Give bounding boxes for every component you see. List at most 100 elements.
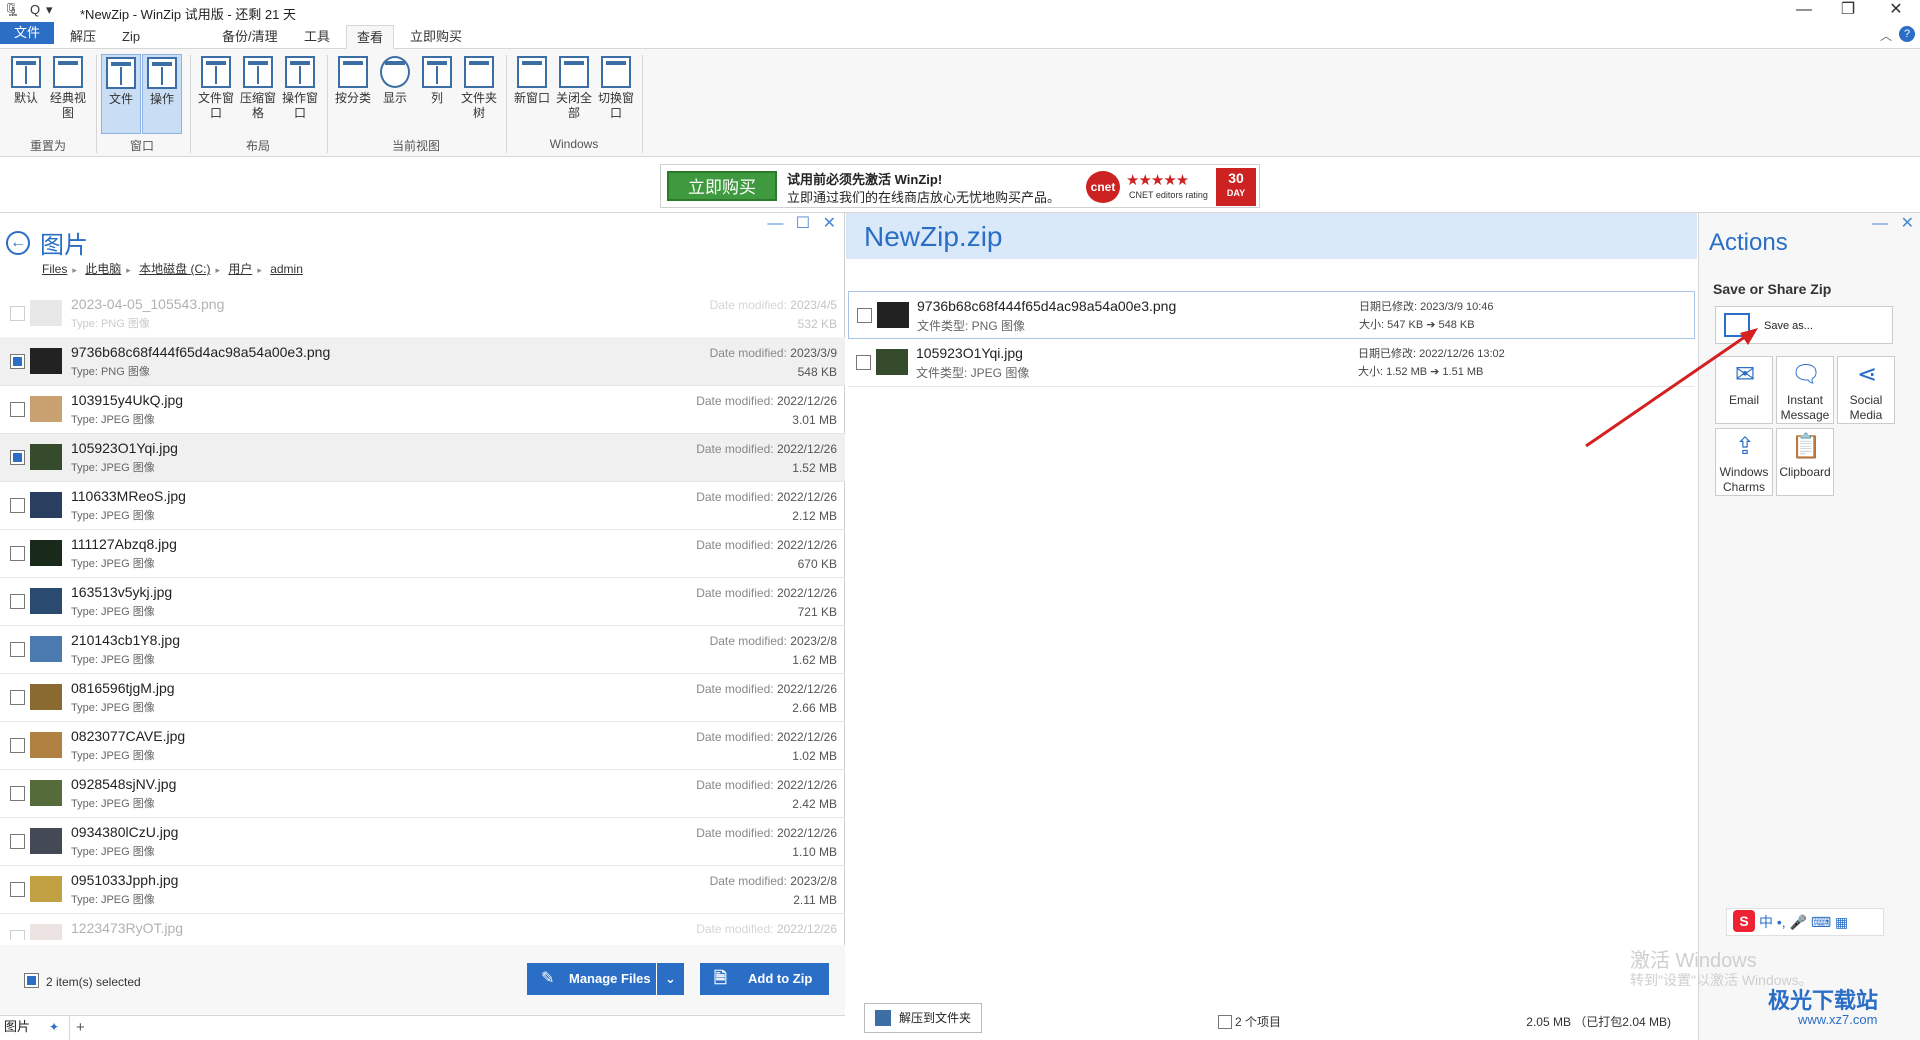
crumb-local-disk[interactable]: 本地磁盘 (C:) xyxy=(139,262,210,276)
add-tab-button[interactable]: + xyxy=(76,1016,85,1040)
chevron-right-icon: ▸ xyxy=(215,265,220,275)
file-checkbox[interactable] xyxy=(10,834,25,849)
tab-backup[interactable]: 备份/清理 xyxy=(212,25,288,49)
file-name: 0934380lCzU.jpg xyxy=(71,824,179,840)
zip-file-row[interactable]: 9736b68c68f444f65d4ac98a54a00e3.png 文件类型:… xyxy=(848,291,1695,339)
clipboard-button[interactable]: 📋 Clipboard xyxy=(1776,428,1834,496)
add-to-zip-button[interactable]: 🗎 Add to Zip xyxy=(700,963,829,995)
file-row[interactable]: 9736b68c68f444f65d4ac98a54a00e3.png Type:… xyxy=(0,338,845,386)
file-row[interactable]: 0934380lCzU.jpg Type: JPEG 图像 Date modifie… xyxy=(0,818,845,866)
crumb-this-pc[interactable]: 此电脑 xyxy=(85,262,121,276)
default-layout-button[interactable]: 默认 xyxy=(6,54,46,134)
help-icon[interactable]: ? xyxy=(1899,26,1915,42)
minimize-pane-icon[interactable]: — xyxy=(767,215,783,232)
folder-tab-pictures[interactable]: 图片 ✦ xyxy=(0,1016,70,1040)
file-checkbox[interactable] xyxy=(10,354,25,369)
file-row[interactable]: 0928548sjNV.jpg Type: JPEG 图像 Date modifie… xyxy=(0,770,845,818)
file-checkbox[interactable] xyxy=(10,402,25,417)
file-checkbox[interactable] xyxy=(10,738,25,753)
group-reset: 重置为 xyxy=(29,139,66,153)
file-checkbox[interactable] xyxy=(10,306,25,321)
file-row[interactable]: 2023-04-05_105543.png Type: PNG 图像 Date mo… xyxy=(0,290,845,338)
quick-access-menu-icon[interactable]: ▾ xyxy=(46,2,53,18)
zip-file-checkbox[interactable] xyxy=(857,308,872,323)
select-all-checkbox[interactable] xyxy=(24,973,39,988)
ad-headline: 试用前必须先激活 WinZip! xyxy=(787,172,943,187)
file-checkbox[interactable] xyxy=(10,594,25,609)
social-media-button[interactable]: ⋖ Social Media xyxy=(1837,356,1895,424)
manage-files-button[interactable]: ✎ Manage Files ⌄ xyxy=(527,963,684,995)
switch-window-button[interactable]: 切换窗口 xyxy=(596,54,636,134)
pin-icon[interactable]: ✦ xyxy=(49,1016,59,1038)
actions-pane-toggle[interactable]: 操作 xyxy=(142,54,182,134)
file-checkbox[interactable] xyxy=(10,546,25,561)
file-thumbnail xyxy=(30,540,62,566)
crumb-users[interactable]: 用户 xyxy=(228,262,252,276)
file-row[interactable]: 103915y4UkQ.jpg Type: JPEG 图像 Date modifie… xyxy=(0,386,845,434)
back-arrow-icon[interactable]: ← xyxy=(6,231,30,255)
file-row[interactable]: 0816596tjgM.jpg Type: JPEG 图像 Date modifie… xyxy=(0,674,845,722)
file-row[interactable]: 110633MReoS.jpg Type: JPEG 图像 Date modifie… xyxy=(0,482,845,530)
files-pane-toggle[interactable]: 文件 xyxy=(101,54,141,134)
file-row[interactable]: 163513v5ykj.jpg Type: JPEG 图像 Date modifie… xyxy=(0,578,845,626)
email-button[interactable]: ✉ Email xyxy=(1715,356,1773,424)
ime-toolbar[interactable]: S中 •, 🎤 ⌨ ▦ xyxy=(1726,908,1884,936)
file-checkbox[interactable] xyxy=(10,930,25,940)
show-button[interactable]: 显示 xyxy=(375,54,415,134)
folder-title: 图片 xyxy=(40,232,88,259)
search-icon[interactable]: Q xyxy=(30,2,40,17)
classic-view-button[interactable]: 经典视图 xyxy=(48,54,88,134)
collapse-ribbon-icon[interactable]: ︿ xyxy=(1880,27,1892,44)
file-thumbnail xyxy=(30,444,62,470)
close-pane-icon[interactable]: ✕ xyxy=(823,215,836,232)
file-checkbox[interactable] xyxy=(10,498,25,513)
folder-tree-button[interactable]: 文件夹树 xyxy=(459,54,499,134)
sort-by-category-button[interactable]: 按分类 xyxy=(333,54,373,134)
minimize-pane-icon[interactable]: — xyxy=(1872,215,1888,232)
file-checkbox[interactable] xyxy=(10,882,25,897)
tab-tools[interactable]: 工具 xyxy=(294,25,340,49)
crumb-files[interactable]: Files xyxy=(42,262,67,276)
restore-icon[interactable]: ❐ xyxy=(1830,0,1866,22)
select-all-zip-checkbox[interactable] xyxy=(1218,1015,1232,1029)
zip-file-row[interactable]: 105923O1Yqi.jpg 文件类型: JPEG 图像 日期已修改: 2022/… xyxy=(848,339,1695,387)
new-window-button[interactable]: 新窗口 xyxy=(512,54,552,134)
minimize-icon[interactable]: — xyxy=(1786,0,1822,22)
file-checkbox[interactable] xyxy=(10,786,25,801)
label: 切换窗口 xyxy=(597,91,634,120)
file-row[interactable]: 0951033Jpph.jpg Type: JPEG 图像 Date modifie… xyxy=(0,866,845,914)
tab-zip[interactable]: Zip xyxy=(112,25,150,49)
file-checkbox[interactable] xyxy=(10,450,25,465)
file-row[interactable]: 0823077CAVE.jpg Type: JPEG 图像 Date modifie… xyxy=(0,722,845,770)
file-row[interactable]: 1223473RyOT.jpg Type: JPEG 图像 Date modifie… xyxy=(0,914,845,940)
maximize-pane-icon[interactable]: ☐ xyxy=(796,215,810,232)
columns-button[interactable]: 列 xyxy=(417,54,457,134)
crumb-admin[interactable]: admin xyxy=(270,262,303,276)
instant-message-button[interactable]: 🗨 Instant Message xyxy=(1776,356,1834,424)
zip-file-thumbnail xyxy=(877,302,909,328)
chevron-down-icon[interactable]: ⌄ xyxy=(656,963,684,995)
tab-view[interactable]: 查看 xyxy=(346,25,395,49)
tab-file[interactable]: 文件 xyxy=(0,22,54,44)
trial-ad-banner[interactable]: 立即购买 试用前必须先激活 WinZip! 立即通过我们的在线商店放心无忧地购买… xyxy=(660,164,1260,208)
close-all-button[interactable]: 关闭全部 xyxy=(554,54,594,134)
extract-to-folder-button[interactable]: 解压到文件夹 xyxy=(864,1003,982,1033)
compress-pane-button[interactable]: 压缩窗格 xyxy=(238,54,278,134)
action-window-button[interactable]: 操作窗口 xyxy=(280,54,320,134)
file-row[interactable]: 105923O1Yqi.jpg Type: JPEG 图像 Date modifie… xyxy=(0,434,845,482)
save-as-button[interactable]: Save as... xyxy=(1715,306,1893,344)
tab-buy-now[interactable]: 立即购买 xyxy=(400,25,472,49)
email-label: Email xyxy=(1728,393,1759,407)
windows-charms-button[interactable]: ⇪ Windows Charms xyxy=(1715,428,1773,496)
file-checkbox[interactable] xyxy=(10,642,25,657)
file-checkbox[interactable] xyxy=(10,690,25,705)
file-row[interactable]: 210143cb1Y8.jpg Type: JPEG 图像 Date modifie… xyxy=(0,626,845,674)
add-to-zip-label: Add to Zip xyxy=(748,971,813,986)
close-icon[interactable]: ✕ xyxy=(1878,0,1914,22)
tab-extract[interactable]: 解压 xyxy=(60,25,106,49)
file-row[interactable]: 111127Abzq8.jpg Type: JPEG 图像 Date modifie… xyxy=(0,530,845,578)
ad-buy-now-button[interactable]: 立即购买 xyxy=(667,171,777,201)
file-window-button[interactable]: 文件窗口 xyxy=(196,54,236,134)
close-pane-icon[interactable]: ✕ xyxy=(1901,215,1914,232)
zip-file-checkbox[interactable] xyxy=(856,355,871,370)
